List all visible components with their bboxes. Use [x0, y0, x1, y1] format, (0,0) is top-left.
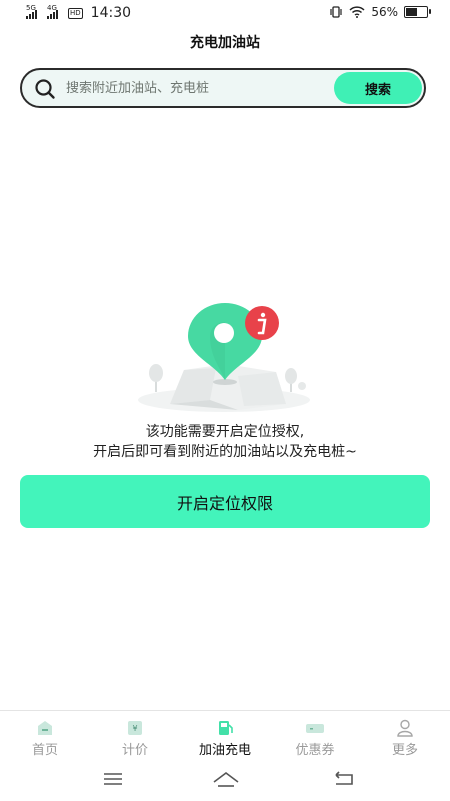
clock: 14:30 — [90, 5, 132, 21]
hd-badge: HD — [68, 7, 83, 19]
status-bar: 5G 4G HD 14:30 56% — [0, 0, 450, 28]
nav-item-coupons[interactable]: 优惠券 — [280, 719, 350, 758]
nav-label-coupons: 优惠券 — [295, 743, 335, 758]
signal-icon-1: 5G — [26, 4, 37, 19]
nav-label-pricing: 计价 — [121, 743, 148, 758]
nav-item-fuel-charging[interactable]: 加油充电 — [190, 719, 260, 758]
sim1-label: 5G — [26, 4, 36, 12]
nav-item-more[interactable]: 更多 — [370, 719, 440, 758]
coupon-icon — [306, 724, 324, 733]
wifi-icon — [349, 6, 365, 18]
vibrate-icon — [330, 6, 342, 18]
fuel-icon — [219, 721, 233, 735]
nav-label-fuel-charging: 加油充电 — [198, 743, 251, 758]
tree-icon — [149, 364, 163, 392]
enable-location-button[interactable]: 开启定位权限 — [20, 475, 430, 528]
permission-message-line1: 该功能需要开启定位授权, — [145, 424, 305, 440]
info-icon — [245, 306, 279, 340]
sim2-label: 4G — [47, 4, 57, 12]
battery-percent: 56% — [371, 5, 398, 19]
permission-message-line2: 开启后即可看到附近的加油站以及充电桩~ — [93, 444, 357, 460]
menu-icon[interactable] — [102, 770, 124, 788]
nav-item-home[interactable]: 首页 — [10, 719, 80, 758]
home-icon — [38, 721, 52, 735]
permission-message: 该功能需要开启定位授权, 开启后即可看到附近的加油站以及充电桩~ — [0, 422, 450, 462]
svg-text:¥: ¥ — [132, 724, 137, 733]
user-icon — [397, 719, 413, 737]
back-icon[interactable] — [332, 770, 356, 788]
search-button[interactable]: 搜索 — [334, 72, 422, 104]
nav-label-more: 更多 — [391, 743, 418, 758]
search-bar: 搜索 — [20, 68, 426, 108]
page-title: 充电加油站 — [190, 35, 260, 51]
system-nav-bar — [0, 768, 450, 792]
status-left: 5G 4G HD 14:30 — [26, 4, 132, 21]
tree-icon — [285, 368, 297, 392]
pricing-icon: ¥ — [128, 721, 142, 735]
search-icon — [35, 79, 55, 99]
search-input[interactable] — [66, 70, 346, 106]
home-nav-icon[interactable] — [212, 770, 240, 788]
location-permission-illustration — [138, 303, 310, 412]
status-right: 56% — [329, 5, 431, 19]
signal-icon-2: 4G — [47, 4, 58, 19]
nav-item-pricing[interactable]: ¥ 计价 — [100, 719, 170, 758]
battery-icon — [404, 6, 431, 18]
nav-label-home: 首页 — [31, 743, 58, 758]
